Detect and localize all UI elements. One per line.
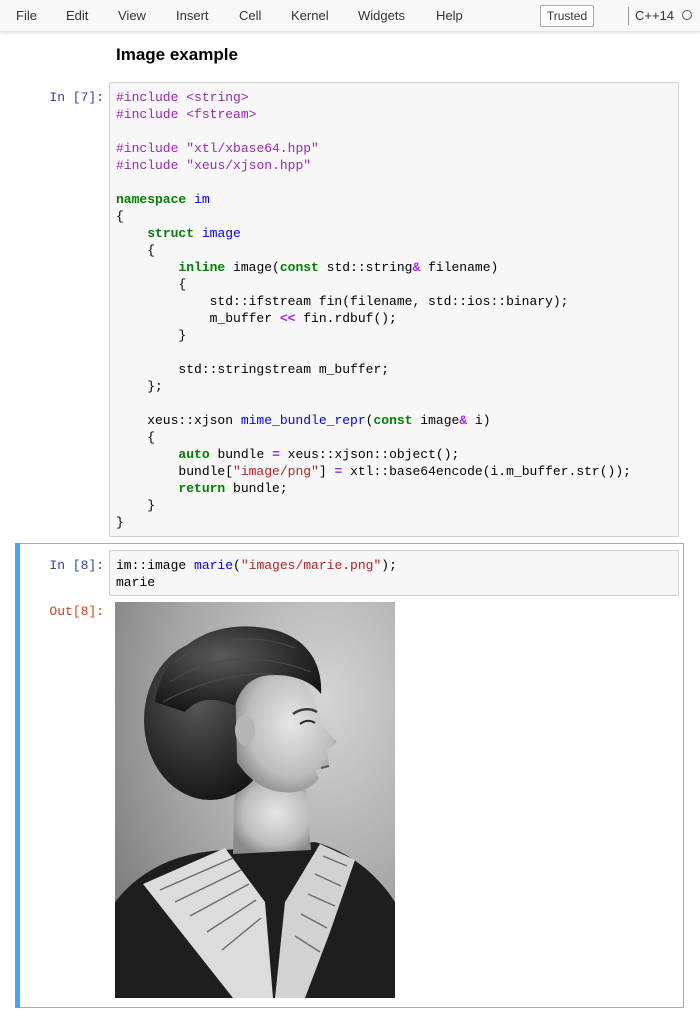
trusted-indicator[interactable]: Trusted [540, 5, 594, 27]
markdown-heading: Image example [116, 45, 238, 64]
cell-7-code-line: #include <string> [116, 90, 249, 105]
kernel-name[interactable]: C++14 [635, 8, 674, 23]
cell-7-code-line [116, 174, 678, 191]
kernel-separator [628, 7, 629, 25]
menu-insert[interactable]: Insert [176, 8, 209, 23]
menu-widgets[interactable]: Widgets [358, 8, 405, 23]
cell-7-code-line: auto bundle = xeus::xjson::object(); [178, 447, 460, 462]
cell-7-code-line: { [116, 277, 187, 292]
menubar: File Edit View Insert Cell Kernel Widget… [0, 0, 700, 32]
cell-8-input-prompt: In [8]: [49, 558, 104, 573]
cell-8-code-line: im::image marie("images/marie.png"); [116, 558, 397, 573]
cell-7-code: #include <string> #include <fstream> #inc… [110, 83, 678, 531]
cell-8-code-line: marie [116, 575, 156, 590]
cell-8-code-editor[interactable]: im::image marie("images/marie.png");mari… [109, 550, 679, 596]
cell-8-output-prompt: Out[8]: [49, 604, 104, 619]
cell-7-code-line: #include <fstream> [116, 107, 257, 122]
cell-7-code-line: std::stringstream m_buffer; [116, 362, 390, 377]
cell-7-code-line: } [116, 498, 156, 513]
cell-7-code-line [116, 344, 678, 361]
cell-7-code-line: { [116, 243, 156, 258]
portrait-photo [115, 602, 395, 998]
menu-cell[interactable]: Cell [239, 8, 261, 23]
cell-7-code-line: bundle["image/png"] = xtl::base64encode(… [116, 464, 631, 479]
cell-7-code-line: struct image [147, 226, 241, 241]
menu-kernel[interactable]: Kernel [291, 8, 329, 23]
cell-7-code-line: m_buffer << fin.rdbuf(); [116, 311, 397, 326]
cell-7-code-line [116, 395, 678, 412]
cell-7-code-line [116, 123, 678, 140]
menu-view[interactable]: View [118, 8, 146, 23]
cell-7-code-line: #include "xtl/xbase64.hpp" [116, 141, 319, 156]
cell-7-code-line: }; [116, 379, 163, 394]
menu-edit[interactable]: Edit [66, 8, 88, 23]
cell-8-code: im::image marie("images/marie.png");mari… [110, 551, 678, 591]
kernel-idle-icon [682, 10, 692, 20]
cell-7-code-line: inline image(const std::string& filename… [178, 260, 499, 275]
cell-7-code-line: #include "xeus/xjson.hpp" [116, 158, 312, 173]
menu-file[interactable]: File [16, 8, 37, 23]
cell-7-input-prompt: In [7]: [49, 90, 104, 105]
cell-7-code-line: namespace im [116, 192, 210, 207]
cell-7-code-line: } [116, 515, 124, 530]
menu-help[interactable]: Help [436, 8, 463, 23]
cell-7-code-line: xeus::xjson mime_bundle_repr(const image… [116, 413, 491, 428]
cell-7-code-line: { [116, 209, 124, 224]
cell-7-code-editor[interactable]: #include <string> #include <fstream> #inc… [109, 82, 679, 537]
cell-7-code-line: return bundle; [178, 481, 288, 496]
cell-7-code-line: } [116, 328, 187, 343]
cell-7-code-line: std::ifstream fin(filename, std::ios::bi… [116, 294, 569, 309]
cell-7-code-line: { [116, 430, 156, 445]
